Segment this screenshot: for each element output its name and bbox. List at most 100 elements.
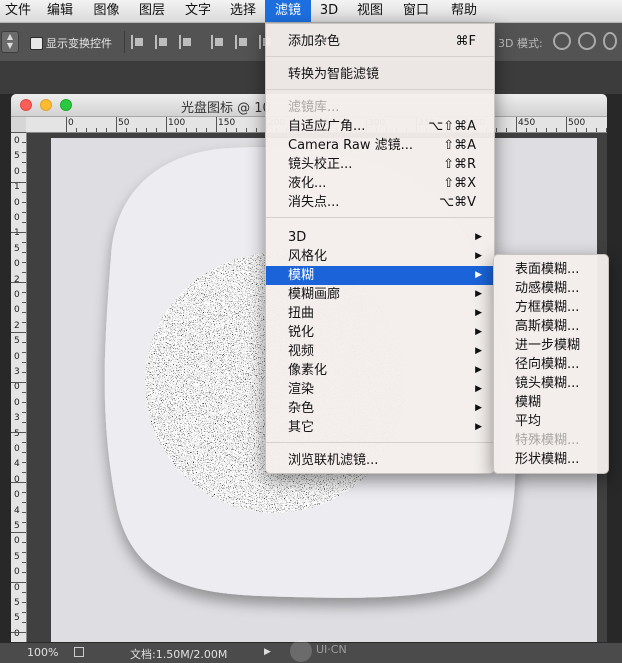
menu-item-label: 液化... [288,176,327,191]
blur-submenu-item[interactable]: 模糊 [494,393,608,412]
filter-menu-item[interactable]: 其它 ▶ [266,418,494,437]
filter-menu-item[interactable]: 添加杂色 ⌘F [266,32,494,51]
close-window-button[interactable] [20,99,32,111]
ruler-tick [11,382,26,383]
ruler-label: 0 [14,474,20,485]
menubar-item[interactable]: 图像 [84,0,129,22]
filter-menu-item[interactable]: 消失点... ⌥⌘V [266,193,494,212]
menubar-item[interactable]: 视图 [347,0,393,22]
filter-menu-item[interactable]: 像素化 ▶ [266,361,494,380]
3d-roll-icon[interactable] [578,32,596,50]
align-vcenter-icon[interactable] [155,35,171,49]
ruler-label: 0 [14,567,20,578]
ruler-label: 0 [14,259,20,270]
filter-menu-item[interactable]: 3D ▶ [266,228,494,247]
filter-menu-item[interactable]: 扭曲 ▶ [266,304,494,323]
filter-menu-item[interactable]: Camera Raw 滤镜... ⇧⌘A [266,136,494,155]
options-separator [124,31,125,53]
ruler-origin[interactable] [11,117,27,133]
blur-submenu-item[interactable]: 高斯模糊... [494,317,608,336]
blur-submenu-item[interactable]: 镜头模糊... [494,374,608,393]
ruler-label: 3 [14,413,20,424]
3d-pan-icon[interactable] [603,32,617,50]
align-left-icon[interactable] [211,35,227,49]
status-menu-arrow-icon[interactable]: ▶ [264,647,271,657]
show-transform-checkbox[interactable] [30,37,43,50]
ruler-label: 5 [14,613,20,624]
menubar-item[interactable]: 图层 [129,0,175,22]
align-bottom-icon[interactable] [179,35,195,49]
ruler-tick [22,412,26,413]
vertical-ruler[interactable]: 0 5 0 1 0 0 1 5 0 2 0 0 2 5 0 3 0 0 3 5 0 4 0 0 4 5 0 5 0 0 5 5 0 [11,132,27,642]
ruler-tick [22,472,26,473]
ruler-minor-tick [526,128,527,132]
menu-item-label: 特殊模糊... [515,433,580,448]
ruler-label: 500 [568,118,586,128]
menu-item-label: 锐化 [288,325,315,340]
filter-menu-item[interactable]: 视频 ▶ [266,342,494,361]
ruler-major-tick [216,117,217,132]
ruler-tick [22,172,26,173]
filter-menu-item[interactable]: 杂色 ▶ [266,399,494,418]
menu-divider [266,442,494,443]
ruler-label: 5 [14,551,20,562]
ruler-tick [22,142,26,143]
filter-menu-item[interactable]: 模糊 ▶ [266,266,494,285]
zoom-level[interactable]: 100% [27,646,58,659]
ruler-label: 5 [14,336,20,347]
filter-menu-item[interactable]: 自适应广角... ⌥⇧⌘A [266,117,494,136]
3d-rotate-icon[interactable] [553,32,571,50]
ruler-tick [22,542,26,543]
submenu-arrow-icon: ▶ [475,251,482,261]
filter-menu-item[interactable]: 锐化 ▶ [266,323,494,342]
filter-menu-item[interactable]: 转换为智能滤镜 [266,65,494,84]
ruler-label: 0 [14,305,20,316]
ruler-tick [22,622,26,623]
menubar-item[interactable]: 选择 [221,0,265,22]
menubar-item[interactable]: 3D [311,0,347,22]
3d-mode-label: 3D 模式: [498,37,543,50]
menu-item-label: 滤镜库... [288,100,340,115]
blur-submenu-item[interactable]: 方框模糊... [494,298,608,317]
menubar-item[interactable]: 文件 [0,0,36,22]
filter-menu-item[interactable]: 风格化 ▶ [266,247,494,266]
tool-preset-stepper[interactable]: ▲ ▼ [1,31,19,53]
menubar-item[interactable]: 滤镜 [265,0,311,22]
blur-submenu-item[interactable]: 平均 [494,412,608,431]
blur-submenu-item[interactable]: 径向模糊... [494,355,608,374]
submenu-arrow-icon: ▶ [475,289,482,299]
ruler-tick [11,532,26,533]
align-hcenter-icon[interactable] [235,35,251,49]
menu-item-label: 模糊 [515,395,542,410]
filter-menu-item[interactable]: 镜头校正... ⇧⌘R [266,155,494,174]
menubar-item[interactable]: 帮助 [439,0,489,22]
menu-item-shortcut: ⌥⌘V [439,195,476,210]
blur-submenu-item[interactable]: 形状模糊... [494,450,608,469]
menu-item-shortcut: ⌥⇧⌘A [428,119,476,134]
ruler-tick [11,582,26,583]
menubar-item[interactable]: 文字 [175,0,221,22]
blur-submenu-item[interactable]: 进一步模糊 [494,336,608,355]
ruler-tick [11,432,26,433]
ruler-label: 0 [14,490,20,501]
filter-menu-item[interactable]: 液化... ⇧⌘X [266,174,494,193]
menu-item-label: 动感模糊... [515,281,580,296]
filter-menu-item[interactable]: 渲染 ▶ [266,380,494,399]
align-top-icon[interactable] [131,35,147,49]
filter-menu-item[interactable]: 浏览联机滤镜... [266,451,494,470]
menubar-item[interactable]: 窗口 [393,0,439,22]
menubar-item[interactable]: 编辑 [36,0,84,22]
blur-submenu-item[interactable]: 表面模糊... [494,260,608,279]
minimize-window-button[interactable] [40,99,52,111]
share-icon[interactable] [74,647,84,657]
ruler-minor-tick [106,128,107,132]
menu-item-label: 表面模糊... [515,262,580,277]
ruler-minor-tick [76,128,77,132]
ruler-minor-tick [86,128,87,132]
ruler-tick [11,632,26,633]
ruler-tick [22,302,26,303]
filter-menu-item[interactable]: 模糊画廊 ▶ [266,285,494,304]
blur-submenu-item[interactable]: 动感模糊... [494,279,608,298]
zoom-window-button[interactable] [60,99,72,111]
ruler-minor-tick [196,128,197,132]
